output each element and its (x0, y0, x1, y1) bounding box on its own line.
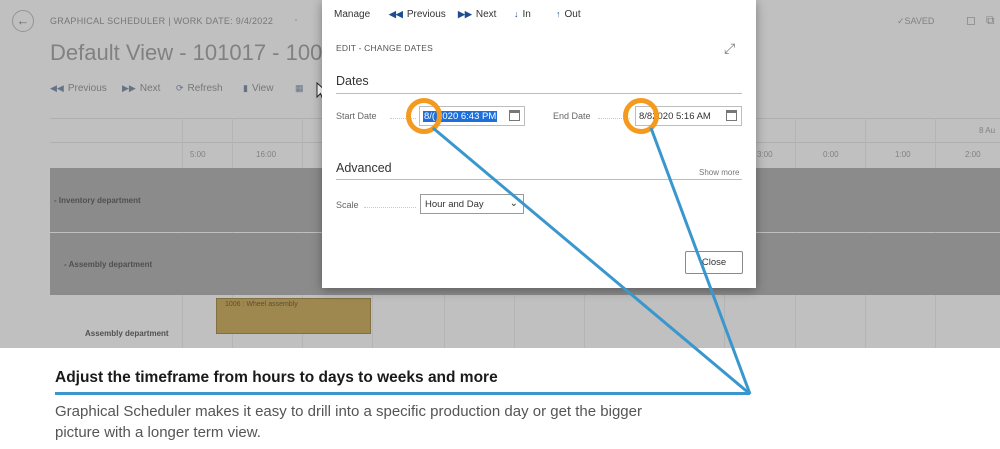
app-root: ← GRAPHICAL SCHEDULER | WORK DATE: 9/4/2… (0, 0, 1000, 449)
caption-underline (55, 392, 750, 395)
caption-body: Graphical Scheduler makes it easy to dri… (55, 403, 642, 441)
callout-line-start (432, 126, 751, 396)
caption-title: Adjust the timeframe from hours to days … (55, 369, 498, 386)
